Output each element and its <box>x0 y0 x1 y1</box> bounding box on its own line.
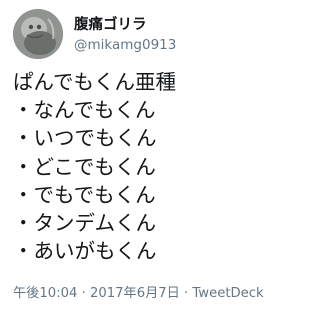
avatar[interactable] <box>13 9 63 59</box>
tweet-line: ・どこでもくん <box>13 154 156 179</box>
tweet-line: ・いつでもくん <box>13 126 157 151</box>
tweet-header: 腹痛ゴリラ @mikamg0913 <box>13 9 176 59</box>
tweet-line: ・でもでもくん <box>13 182 156 207</box>
display-name[interactable]: 腹痛ゴリラ <box>74 15 176 35</box>
tweet-card: 腹痛ゴリラ @mikamg0913 ぱんでもくん亜種 ・なんでもくん ・いつでも… <box>0 0 284 312</box>
tweet-timestamp[interactable]: 午後10:04 · 2017年6月7日 · TweetDeck <box>13 285 264 303</box>
user-handle[interactable]: @mikamg0913 <box>74 36 176 54</box>
tweet-line: ・タンデムくん <box>13 211 157 236</box>
tweet-line: ・なんでもくん <box>13 98 156 123</box>
tweet-text: ぱんでもくん亜種 ・なんでもくん ・いつでもくん ・どこでもくん ・でもでもくん… <box>13 68 281 265</box>
avatar-image <box>13 9 63 59</box>
tweet-line: ぱんでもくん亜種 <box>13 70 176 94</box>
tweet-line: ・あいがもくん <box>13 239 157 264</box>
user-names: 腹痛ゴリラ @mikamg0913 <box>74 15 176 54</box>
